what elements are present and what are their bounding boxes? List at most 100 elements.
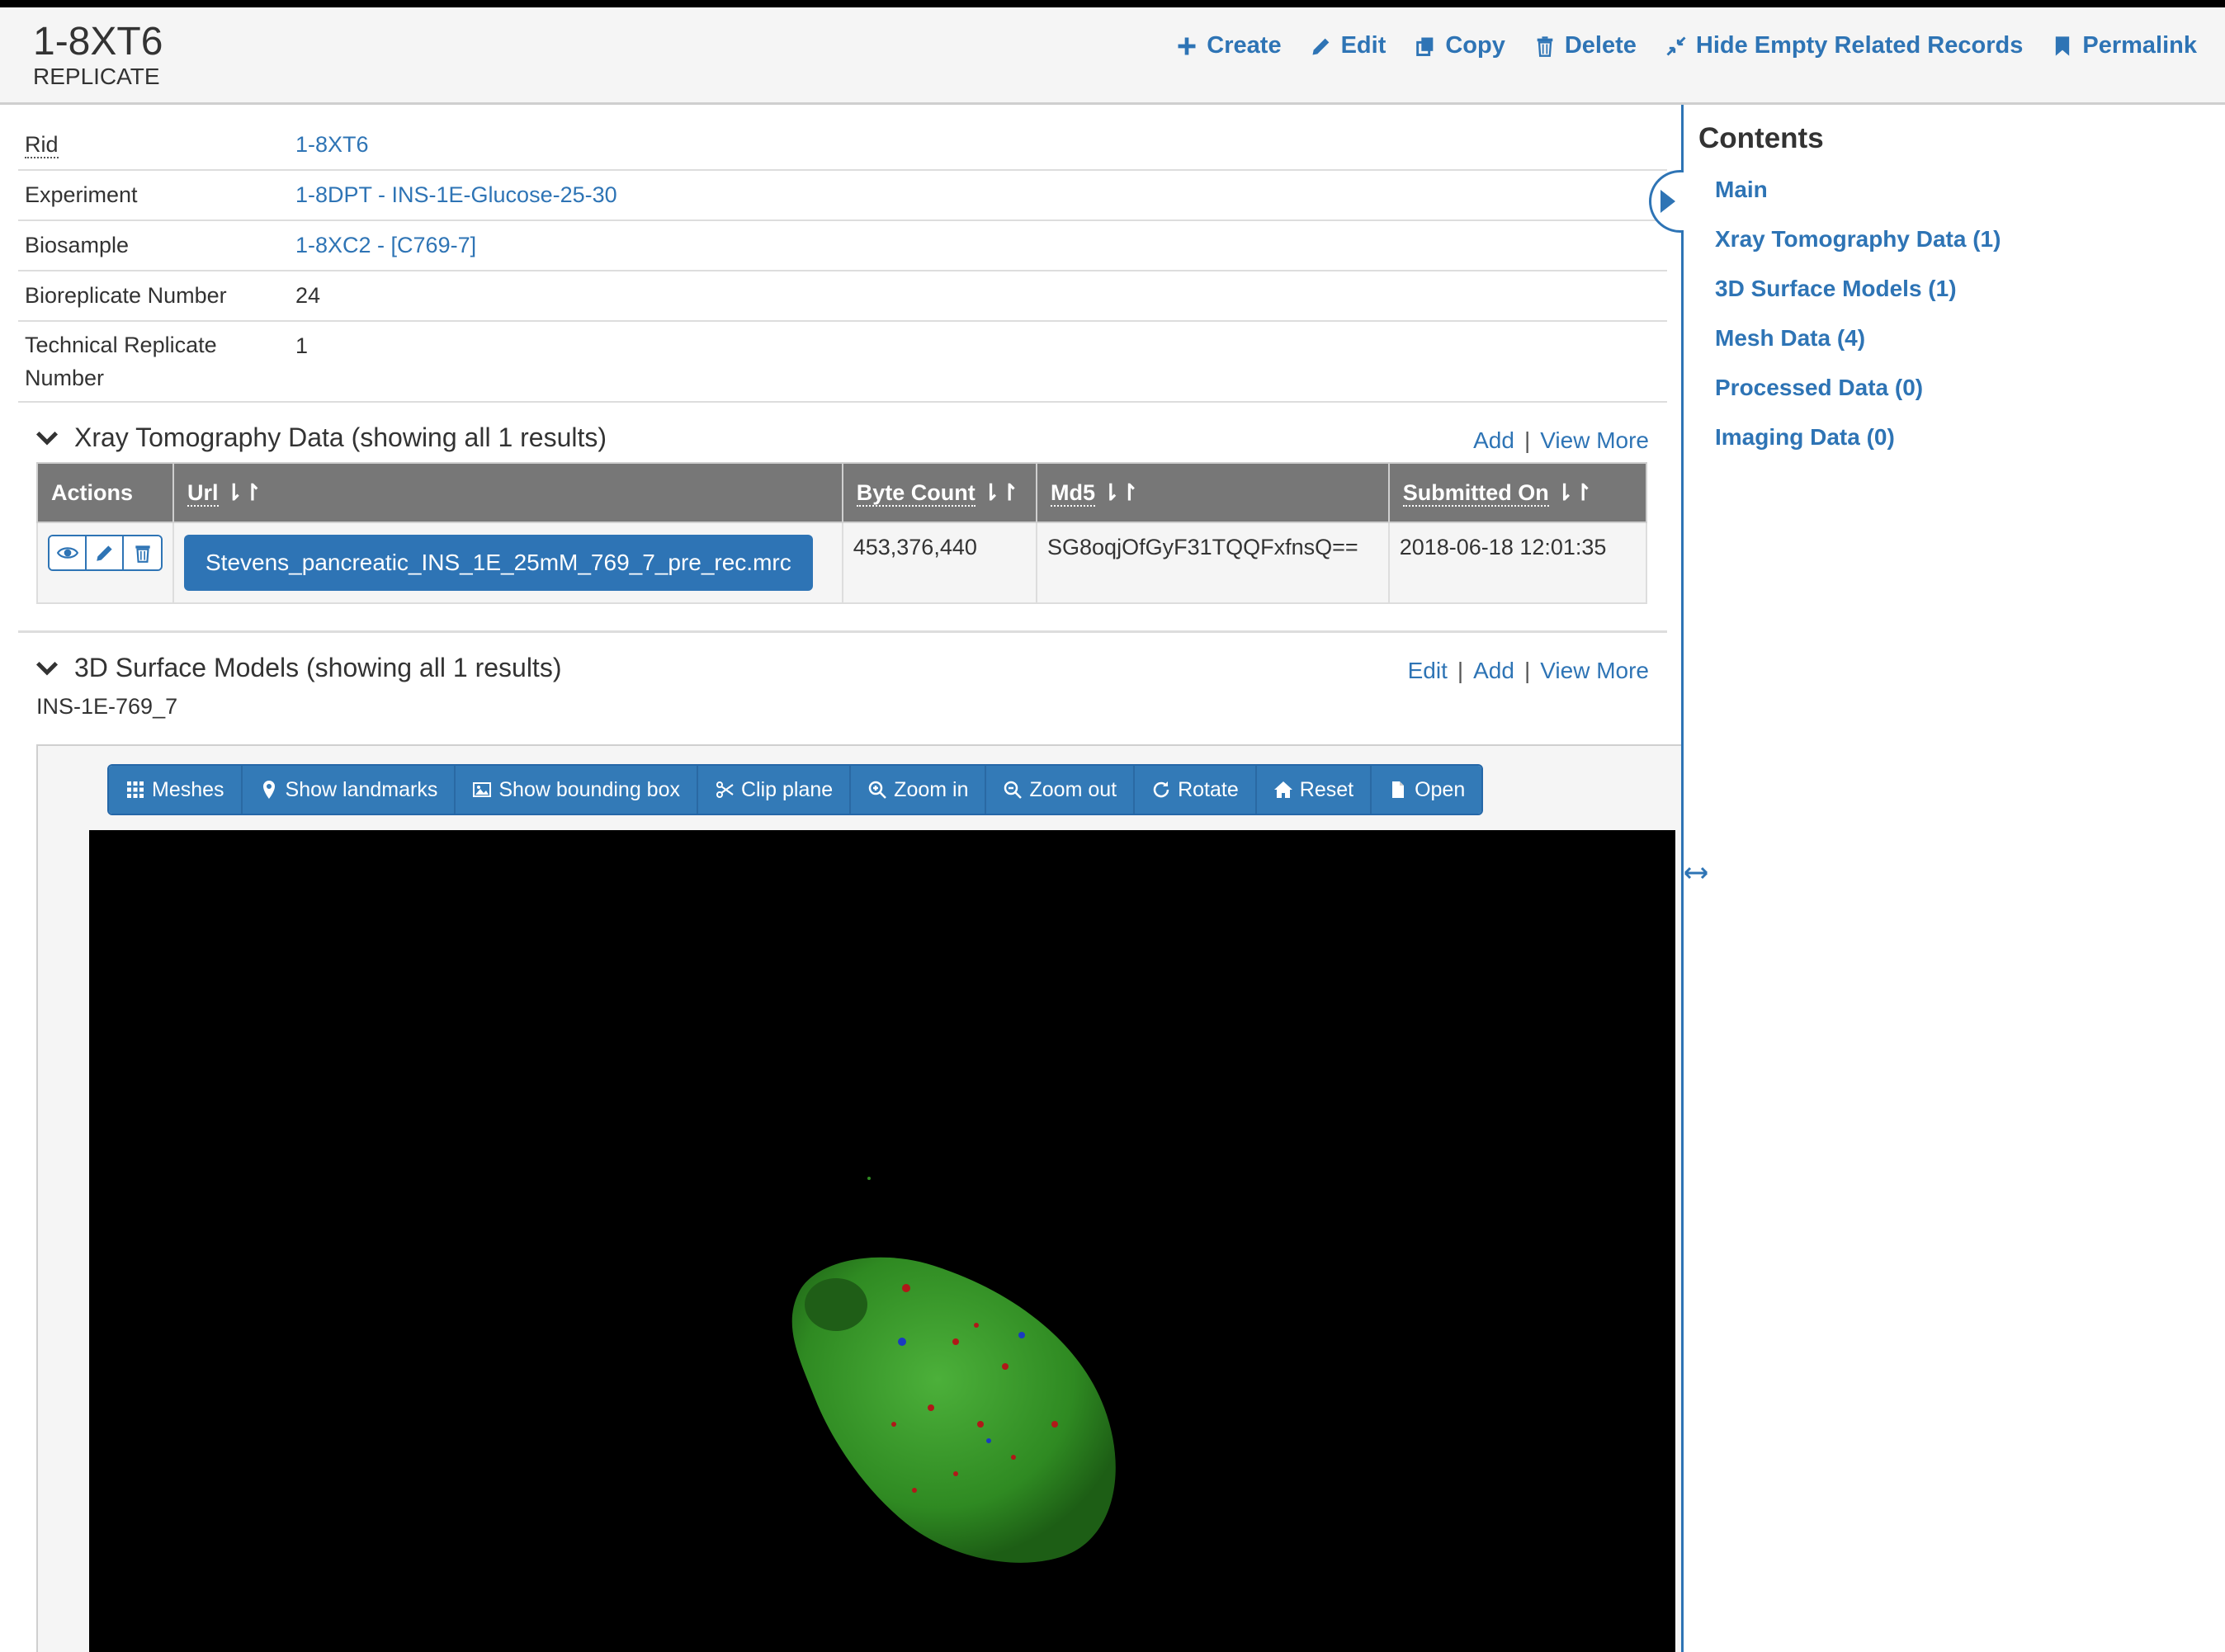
submitted-on-cell: 2018-06-18 12:01:35: [1387, 522, 1648, 604]
map-marker-icon: [262, 781, 275, 799]
surface-add-link[interactable]: Add: [1473, 658, 1514, 684]
copy-button[interactable]: Copy: [1414, 32, 1505, 59]
technical-replicate-key: Technical Replicate Number: [25, 333, 217, 390]
toc-item-mesh-data[interactable]: Mesh Data (4): [1715, 325, 2194, 375]
trash-icon: [135, 545, 150, 563]
toc-item-processed-data[interactable]: Processed Data (0): [1715, 375, 2194, 424]
record-row-bioreplicate: Bioreplicate Number 24: [18, 271, 1667, 322]
trash-icon: [1537, 35, 1553, 57]
toc-item-imaging-data[interactable]: Imaging Data (0): [1715, 424, 2194, 474]
byte-count-cell: 453,376,440: [841, 522, 1038, 604]
zoom-out-button[interactable]: Zoom out: [986, 766, 1136, 814]
zoom-in-label: Zoom in: [894, 777, 969, 801]
main-content: Rid 1-8XT6 Experiment 1-8DPT - INS-1E-Gl…: [18, 120, 1667, 720]
grid-icon: [127, 781, 144, 798]
experiment-link[interactable]: 1-8DPT - INS-1E-Glucose-25-30: [295, 171, 1667, 219]
create-button[interactable]: Create: [1175, 32, 1282, 59]
surface-view-more-link[interactable]: View More: [1540, 658, 1649, 684]
viewer-toolbar: Meshes Show landmarks Show bounding box …: [107, 764, 1484, 815]
view-button[interactable]: [50, 536, 87, 569]
xray-section-title: Xray Tomography Data (showing all 1 resu…: [74, 422, 607, 452]
xray-table: Actions Url ⇂↾ Byte Count ⇂↾ Md5 ⇂↾ Subm…: [36, 462, 1648, 604]
resize-horizontal-icon[interactable]: [1684, 861, 1708, 885]
bioreplicate-key: Bioreplicate Number: [25, 283, 227, 308]
surface-section-toggle[interactable]: 3D Surface Models (showing all 1 results…: [35, 653, 561, 683]
md5-cell: SG8oqjOfGyF31TQQFxfnsQ==: [1036, 522, 1390, 604]
edit-label: Edit: [1340, 32, 1386, 59]
biosample-key: Biosample: [25, 233, 130, 257]
meshes-button[interactable]: Meshes: [109, 766, 243, 814]
clip-plane-label: Clip plane: [740, 777, 834, 801]
pencil-icon: [1312, 38, 1329, 54]
hide-empty-label: Hide Empty Related Records: [1695, 32, 2024, 59]
toc-item-main[interactable]: Main: [1715, 177, 2194, 226]
delete-label: Delete: [1564, 32, 1637, 59]
open-button[interactable]: Open: [1372, 766, 1482, 814]
3d-render-canvas[interactable]: [89, 830, 1675, 1652]
sort-icon: ⇂↾: [1101, 479, 1139, 505]
reset-label: Reset: [1299, 777, 1354, 801]
permalink-button[interactable]: Permalink: [2051, 32, 2197, 59]
col-submitted-on[interactable]: Submitted On ⇂↾: [1387, 462, 1648, 523]
cell-opening: [805, 1278, 867, 1331]
xray-section-toggle[interactable]: Xray Tomography Data (showing all 1 resu…: [35, 422, 607, 453]
bioreplicate-value: 24: [295, 283, 321, 308]
3d-viewer: Meshes Show landmarks Show bounding box …: [36, 744, 1682, 1652]
permalink-label: Permalink: [2082, 32, 2197, 59]
scissors-icon: [716, 781, 734, 798]
experiment-key: Experiment: [25, 182, 138, 207]
row-delete-button[interactable]: [124, 536, 161, 569]
col-byte-count[interactable]: Byte Count ⇂↾: [841, 462, 1038, 523]
surface-section-header: 3D Surface Models (showing all 1 results…: [18, 641, 1667, 692]
toc-item-xray[interactable]: Xray Tomography Data (1): [1715, 226, 2194, 276]
create-label: Create: [1207, 32, 1282, 59]
reset-button[interactable]: Reset: [1256, 766, 1372, 814]
contents-title: Contents: [1698, 122, 1824, 154]
url-file-button[interactable]: Stevens_pancreatic_INS_1E_25mM_769_7_pre…: [184, 535, 813, 591]
biosample-link[interactable]: 1-8XC2 - [C769-7]: [295, 221, 1667, 270]
row-edit-button[interactable]: [87, 536, 124, 569]
rotate-button[interactable]: Rotate: [1135, 766, 1257, 814]
xray-add-link[interactable]: Add: [1473, 427, 1514, 454]
refresh-icon: [1153, 781, 1169, 798]
file-icon: [1392, 781, 1405, 798]
picture-icon: [473, 782, 492, 797]
col-url[interactable]: Url ⇂↾: [172, 462, 843, 523]
section-divider: [18, 630, 1667, 633]
edit-button[interactable]: Edit: [1310, 32, 1386, 59]
meshes-label: Meshes: [152, 777, 224, 801]
open-label: Open: [1415, 777, 1466, 801]
record-row-rid: Rid 1-8XT6: [18, 120, 1667, 171]
bookmark-icon: [2056, 35, 2070, 56]
zoom-in-icon: [868, 781, 887, 799]
show-landmarks-button[interactable]: Show landmarks: [242, 766, 456, 814]
clip-plane-button[interactable]: Clip plane: [697, 766, 852, 814]
chevron-down-icon: [35, 431, 59, 446]
pencil-icon: [96, 545, 112, 561]
rid-value[interactable]: 1-8XT6: [295, 120, 1667, 169]
technical-replicate-value: 1: [295, 333, 309, 358]
col-actions: Actions: [36, 462, 174, 523]
copy-label: Copy: [1445, 32, 1505, 59]
eye-icon: [56, 547, 78, 559]
sort-icon: ⇂↾: [981, 479, 1019, 505]
delete-button[interactable]: Delete: [1533, 32, 1637, 59]
copy-icon: [1416, 37, 1434, 56]
col-md5[interactable]: Md5 ⇂↾: [1036, 462, 1390, 523]
record-header: 1-8XT6 REPLICATE Create Edit Copy Delete…: [0, 7, 2225, 105]
zoom-in-button[interactable]: Zoom in: [851, 766, 987, 814]
surface-edit-link[interactable]: Edit: [1408, 658, 1448, 684]
toc-item-3d-surface[interactable]: 3D Surface Models (1): [1715, 276, 2194, 325]
contents-panel: Contents Main Xray Tomography Data (1) 3…: [1698, 122, 2194, 474]
table-name: REPLICATE: [33, 64, 160, 89]
show-bounding-box-label: Show bounding box: [498, 777, 680, 801]
rotate-label: Rotate: [1178, 777, 1239, 801]
show-bounding-box-button[interactable]: Show bounding box: [456, 766, 698, 814]
debris-fragment: [867, 1177, 871, 1180]
compress-icon: [1666, 35, 1686, 56]
record-row-technical-replicate: Technical Replicate Number 1: [18, 322, 1667, 403]
header-actions: Create Edit Copy Delete Hide Empty Relat…: [1175, 32, 2197, 59]
zoom-out-label: Zoom out: [1029, 777, 1117, 801]
xray-view-more-link[interactable]: View More: [1540, 427, 1649, 454]
hide-empty-related-button[interactable]: Hide Empty Related Records: [1665, 32, 2023, 59]
